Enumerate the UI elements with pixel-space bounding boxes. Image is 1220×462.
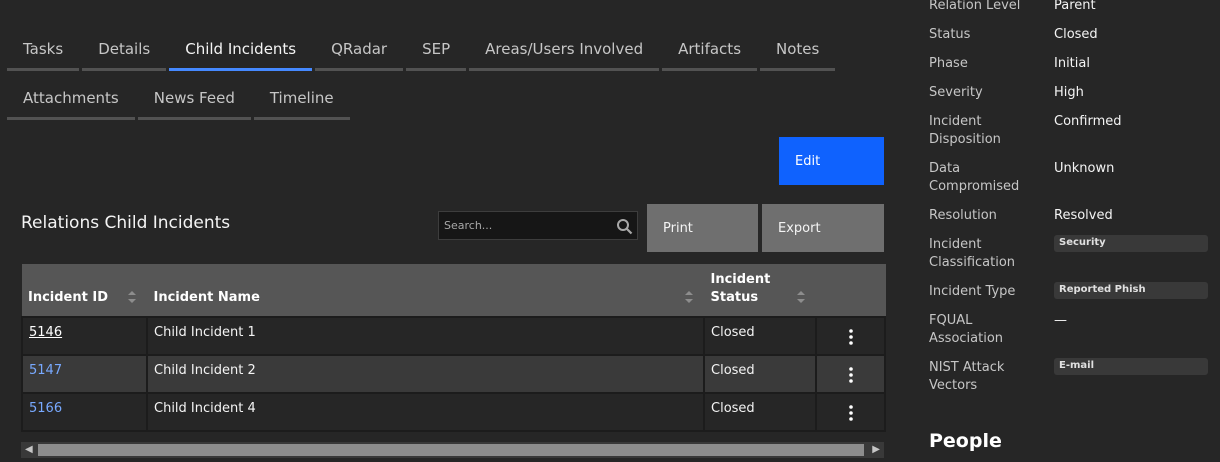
- overflow-menu-icon[interactable]: [848, 329, 853, 345]
- property-label: Resolution: [929, 208, 997, 223]
- child-incidents-table: Incident ID Incident Name Incident Statu…: [21, 264, 886, 432]
- property-label: Status: [929, 27, 971, 42]
- table-row: 5146 Child Incident 1 Closed: [21, 316, 886, 356]
- column-header-label: Incident ID: [28, 290, 108, 305]
- property-label: Relation Level: [929, 0, 1021, 13]
- property-label: Incident Type: [929, 284, 1016, 299]
- incident-id-link[interactable]: 5147: [29, 363, 62, 378]
- tab-artifacts[interactable]: Artifacts: [662, 31, 758, 71]
- cell-incident-name: Child Incident 1: [146, 316, 705, 356]
- chevron-right-icon[interactable]: ▶: [872, 444, 880, 455]
- property-label: Incident Classification: [929, 237, 1016, 270]
- cell-incident-id: 5166: [21, 392, 148, 432]
- horizontal-scrollbar[interactable]: ◀ ▶: [21, 442, 884, 458]
- property-label: Incident Disposition: [929, 114, 1001, 147]
- property-value: Parent: [1054, 0, 1096, 13]
- property-value: —: [1054, 313, 1067, 328]
- tab-notes[interactable]: Notes: [760, 31, 836, 71]
- property-value: Initial: [1054, 56, 1090, 71]
- cell-incident-status: Closed: [703, 316, 817, 356]
- cell-incident-id: 5146: [21, 316, 148, 356]
- table-header-row: Incident ID Incident Name Incident Statu…: [22, 264, 886, 317]
- incident-id-link[interactable]: 5166: [29, 401, 62, 416]
- column-header-label: Incident Status: [710, 272, 771, 305]
- property-value: Resolved: [1054, 208, 1113, 223]
- column-header-incident-id[interactable]: Incident ID: [22, 264, 148, 317]
- sort-icon[interactable]: [127, 290, 137, 304]
- properties-sidebar: Relation Level Parent Status Closed Phas…: [910, 0, 1220, 462]
- attack-vector-tag: E-mail: [1054, 358, 1208, 375]
- property-label: Phase: [929, 56, 968, 71]
- overflow-menu-icon[interactable]: [848, 405, 853, 421]
- incident-id-link[interactable]: 5146: [29, 325, 62, 340]
- property-value: Confirmed: [1054, 114, 1122, 129]
- cell-incident-name: Child Incident 4: [146, 392, 705, 432]
- cell-incident-status: Closed: [703, 354, 817, 394]
- property-label: FQUAL Association: [929, 313, 1004, 346]
- search-box: [438, 211, 638, 240]
- search-icon[interactable]: [616, 218, 633, 235]
- column-header-incident-status[interactable]: Incident Status: [704, 264, 817, 317]
- property-value: Closed: [1054, 27, 1098, 42]
- property-label: NIST Attack Vectors: [929, 360, 1005, 393]
- cell-incident-name: Child Incident 2: [146, 354, 705, 394]
- cell-incident-status: Closed: [703, 392, 817, 432]
- overflow-menu-icon[interactable]: [848, 367, 853, 383]
- edit-button[interactable]: Edit: [779, 137, 884, 185]
- sort-icon[interactable]: [796, 290, 806, 304]
- table-row: 5166 Child Incident 4 Closed: [21, 392, 886, 432]
- scrollbar-thumb[interactable]: [38, 444, 864, 456]
- incident-type-tag: Reported Phish: [1054, 282, 1208, 299]
- cell-incident-id: 5147: [21, 354, 148, 394]
- property-value: Unknown: [1054, 161, 1115, 176]
- cell-actions: [815, 392, 886, 432]
- chevron-left-icon[interactable]: ◀: [25, 444, 33, 455]
- tab-areas-users-involved[interactable]: Areas/Users Involved: [469, 31, 660, 71]
- sort-icon[interactable]: [684, 290, 694, 304]
- property-value: High: [1054, 85, 1084, 100]
- tab-attachments[interactable]: Attachments: [7, 80, 135, 120]
- tab-tasks[interactable]: Tasks: [7, 31, 80, 71]
- search-input[interactable]: [439, 212, 604, 239]
- tab-qradar[interactable]: QRadar: [315, 31, 404, 71]
- cell-actions: [815, 316, 886, 356]
- tab-child-incidents[interactable]: Child Incidents: [169, 31, 313, 71]
- classification-tag: Security: [1054, 235, 1208, 252]
- people-heading: People: [929, 430, 1002, 452]
- tab-bar-row-1: Tasks Details Child Incidents QRadar SEP…: [7, 31, 838, 71]
- tab-details[interactable]: Details: [82, 31, 167, 71]
- table-row: 5147 Child Incident 2 Closed: [21, 354, 886, 394]
- export-button[interactable]: Export: [762, 204, 884, 252]
- tab-news-feed[interactable]: News Feed: [137, 80, 251, 120]
- column-header-actions: [816, 264, 886, 317]
- main-panel: Tasks Details Child Incidents QRadar SEP…: [0, 0, 910, 462]
- print-button[interactable]: Print: [647, 204, 758, 252]
- column-header-label: Incident Name: [153, 290, 260, 305]
- tab-sep[interactable]: SEP: [406, 31, 467, 71]
- tab-timeline[interactable]: Timeline: [253, 80, 350, 120]
- property-label: Data Compromised: [929, 161, 1020, 194]
- tab-bar-row-2: Attachments News Feed Timeline: [7, 80, 353, 120]
- column-header-incident-name[interactable]: Incident Name: [147, 264, 705, 317]
- cell-actions: [815, 354, 886, 394]
- section-title: Relations Child Incidents: [21, 213, 231, 233]
- property-label: Severity: [929, 85, 983, 100]
